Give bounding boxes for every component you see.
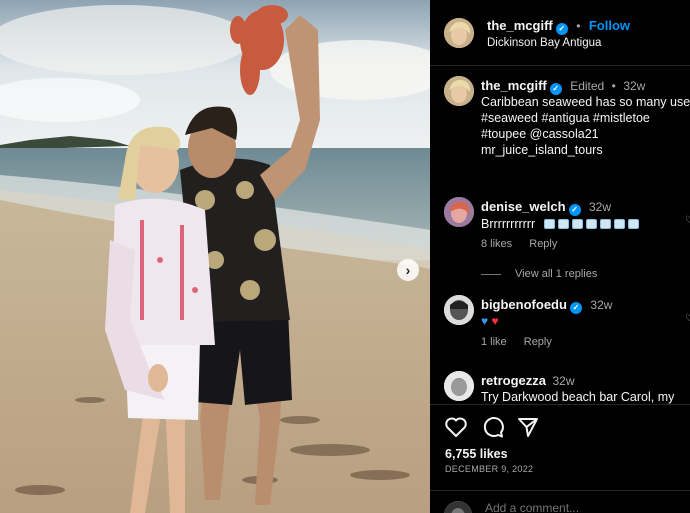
comment-item: denise_welch ✓ 32w Brrrrrrrrrrr ♡ 8 likes… — [430, 197, 690, 287]
comment-like-icon[interactable]: ♡ — [685, 313, 690, 324]
post-actions: 6,755 likes DECEMBER 9, 2022 — [430, 404, 690, 513]
post-date: DECEMBER 9, 2022 — [445, 464, 534, 474]
chevron-right-icon: › — [405, 262, 411, 278]
comment-likes[interactable]: 8 likes — [481, 238, 512, 250]
caption: the_mcgiff ✓ Edited • 32w Caribbean seawe… — [430, 76, 690, 186]
commenter-username[interactable]: bigbenofoedu — [481, 297, 567, 312]
comment-time: 32w — [589, 200, 612, 214]
like-icon[interactable] — [444, 416, 468, 443]
comment-time: 32w — [590, 298, 613, 312]
ice-cube-emoji — [627, 219, 639, 229]
add-comment-input[interactable] — [485, 501, 665, 513]
caption-author-avatar[interactable] — [444, 76, 474, 106]
caption-line: #toupee @cassola21 — [481, 127, 599, 141]
ice-cube-emoji — [585, 219, 597, 229]
author-avatar[interactable] — [444, 18, 474, 48]
view-replies-button[interactable]: View all 1 replies — [515, 268, 597, 280]
comment-icon[interactable] — [481, 416, 505, 443]
comment-like-icon[interactable]: ♡ — [685, 215, 690, 226]
blue-heart-emoji: ♥ — [481, 314, 489, 328]
red-heart-emoji: ♥ — [491, 314, 499, 328]
commenter-avatar[interactable] — [444, 197, 474, 227]
comment-time: 32w — [552, 374, 575, 388]
verified-badge-icon: ✓ — [569, 302, 582, 314]
ice-cube-emoji — [613, 219, 625, 229]
commenter-avatar[interactable] — [444, 295, 474, 325]
add-comment-bar — [430, 490, 690, 513]
comment-likes[interactable]: 1 like — [481, 336, 507, 348]
author-username[interactable]: the_mcgiff — [487, 18, 553, 33]
commenter-username[interactable]: retrogezza — [481, 373, 546, 388]
verified-badge-icon: ✓ — [555, 23, 568, 35]
ice-cube-emoji — [599, 219, 611, 229]
caption-username[interactable]: the_mcgiff — [481, 78, 547, 93]
post-location[interactable]: Dickinson Bay Antigua — [487, 37, 601, 49]
next-photo-button[interactable]: › — [397, 259, 419, 281]
caption-time: 32w — [623, 79, 646, 93]
commenter-username[interactable]: denise_welch — [481, 199, 566, 214]
likes-count[interactable]: 6,755 likes — [445, 447, 508, 461]
caption-edited: Edited — [570, 79, 605, 93]
ice-cube-emoji — [557, 219, 569, 229]
beach-photo-image — [0, 0, 430, 513]
caption-line: #seaweed #antigua #mistletoe — [481, 111, 650, 125]
reply-button[interactable]: Reply — [524, 336, 552, 348]
post-photo[interactable]: › — [0, 0, 430, 513]
caption-line: mr_juice_island_tours — [481, 143, 603, 157]
ice-cube-emoji-group — [543, 215, 639, 232]
commenter-avatar[interactable] — [444, 371, 474, 401]
current-user-avatar — [444, 501, 472, 513]
comment-text: Brrrrrrrrrrr — [481, 217, 536, 231]
comment-text: Try Darkwood beach bar Carol, my — [481, 390, 675, 404]
caption-line: Caribbean seaweed has so many uses — [481, 95, 690, 109]
share-icon[interactable] — [517, 416, 539, 443]
comment-item: retrogezza 32w Try Darkwood beach bar Ca… — [430, 371, 690, 404]
reply-button[interactable]: Reply — [529, 238, 557, 250]
ice-cube-emoji — [571, 219, 583, 229]
comment-item: bigbenofoedu ✓ 32w ♥ ♥ ♡ 1 like Reply — [430, 295, 690, 355]
caption-separator: • — [611, 79, 616, 93]
comments-section[interactable]: the_mcgiff ✓ Edited • 32w Caribbean seawe… — [430, 66, 690, 404]
follow-button[interactable]: Follow — [589, 18, 630, 33]
header-separator: • — [576, 19, 581, 33]
post-side-panel: the_mcgiff ✓ • Follow Dickinson Bay Antig… — [430, 0, 690, 513]
ice-cube-emoji — [543, 219, 555, 229]
post-header: the_mcgiff ✓ • Follow Dickinson Bay Antig… — [430, 0, 690, 66]
replies-divider — [481, 273, 501, 275]
